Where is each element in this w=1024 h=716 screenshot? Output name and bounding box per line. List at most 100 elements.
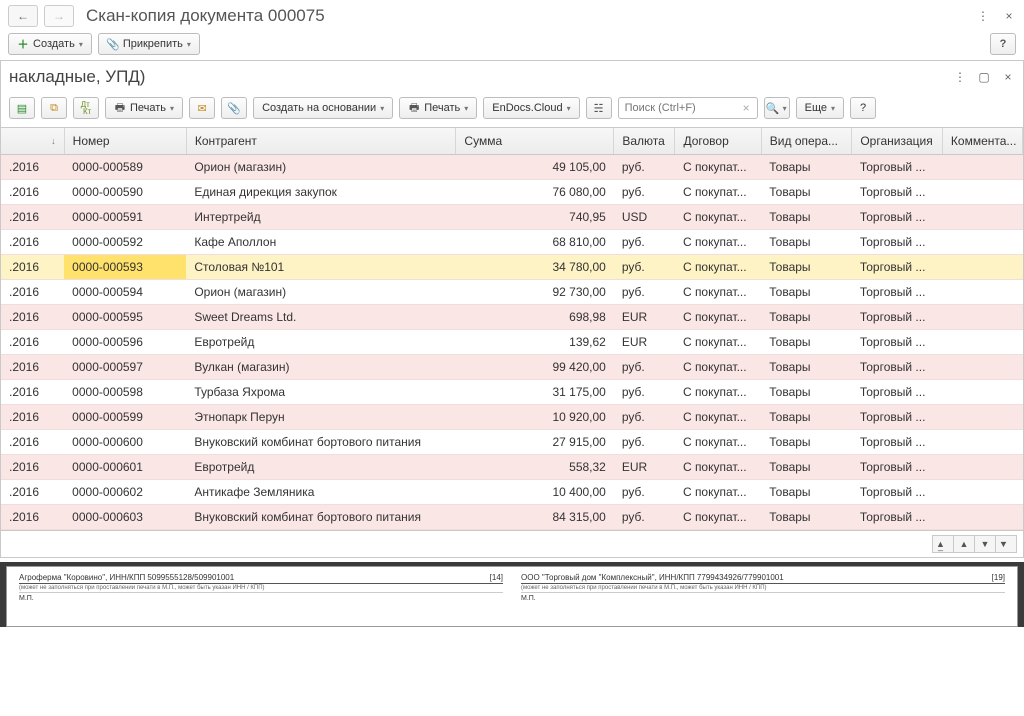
cell-agent: Орион (магазин) bbox=[186, 155, 456, 180]
table-row[interactable]: .20160000-000603Внуковский комбинат борт… bbox=[1, 505, 1023, 530]
scan-doc-button[interactable]: ▤ bbox=[9, 97, 35, 119]
table-row[interactable]: .20160000-000592Кафе Аполлон68 810,00руб… bbox=[1, 230, 1023, 255]
caret-down-icon: ▾ bbox=[831, 104, 835, 113]
pager-last-button[interactable]: ▼_ bbox=[995, 535, 1017, 553]
cell-currency: EUR bbox=[614, 305, 675, 330]
table-row[interactable]: .20160000-000601Евротрейд558,32EURС поку… bbox=[1, 455, 1023, 480]
print-button[interactable]: 🖶 Печать ▾ bbox=[105, 97, 183, 119]
table-row[interactable]: .20160000-000595Sweet Dreams Ltd.698,98E… bbox=[1, 305, 1023, 330]
cell-agent: Внуковский комбинат бортового питания bbox=[186, 505, 456, 530]
table-row[interactable]: .20160000-000596Евротрейд139,62EURС поку… bbox=[1, 330, 1023, 355]
search-input[interactable] bbox=[623, 101, 740, 115]
cell-contract: С покупат... bbox=[675, 180, 761, 205]
col-date[interactable]: ↓ bbox=[1, 128, 64, 155]
table-row[interactable]: .20160000-000591Интертрейд740,95USDС пок… bbox=[1, 205, 1023, 230]
nav-forward-button[interactable]: → bbox=[44, 5, 74, 27]
nav-back-button[interactable]: ← bbox=[8, 5, 38, 27]
help-button[interactable]: ? bbox=[850, 97, 876, 119]
cell-org: Торговый ... bbox=[852, 355, 943, 380]
endocs-button[interactable]: EnDocs.Cloud ▾ bbox=[483, 97, 579, 119]
cell-org: Торговый ... bbox=[852, 480, 943, 505]
pager-first-button[interactable]: ▲_ bbox=[932, 535, 954, 553]
scan-page[interactable]: Агроферма "Коровино", ИНН/КПП 5099555128… bbox=[6, 566, 1018, 627]
cell-date: .2016 bbox=[1, 430, 64, 455]
cell-number: 0000-000600 bbox=[64, 430, 186, 455]
table-row[interactable]: .20160000-000599Этнопарк Перун10 920,00р… bbox=[1, 405, 1023, 430]
scan-left-party: Агроферма "Коровино", ИНН/КПП 5099555128… bbox=[19, 573, 234, 582]
cell-agent: Антикафе Земляника bbox=[186, 480, 456, 505]
cell-contract: С покупат... bbox=[675, 355, 761, 380]
close-icon[interactable]: × bbox=[1002, 9, 1016, 23]
create-button[interactable]: ＋ Создать ▾ bbox=[8, 33, 92, 55]
copy-icon: ⧉ bbox=[48, 102, 60, 114]
cell-operation: Товары bbox=[761, 480, 852, 505]
close-icon[interactable]: × bbox=[1001, 70, 1015, 84]
cell-currency: руб. bbox=[614, 255, 675, 280]
cell-operation: Товары bbox=[761, 155, 852, 180]
more-button[interactable]: Еще ▾ bbox=[796, 97, 844, 119]
cell-contract: С покупат... bbox=[675, 230, 761, 255]
cell-currency: руб. bbox=[614, 355, 675, 380]
cell-operation: Товары bbox=[761, 180, 852, 205]
col-sum[interactable]: Сумма bbox=[456, 128, 614, 155]
cell-currency: руб. bbox=[614, 230, 675, 255]
cell-date: .2016 bbox=[1, 355, 64, 380]
print2-button[interactable]: 🖶 Печать ▾ bbox=[399, 97, 477, 119]
cell-sum: 139,62 bbox=[456, 330, 614, 355]
table-row[interactable]: .20160000-000590Единая дирекция закупок7… bbox=[1, 180, 1023, 205]
col-org[interactable]: Организация bbox=[852, 128, 943, 155]
cell-contract: С покупат... bbox=[675, 380, 761, 405]
dtkt-button[interactable]: Дт Кт bbox=[73, 97, 99, 119]
col-number[interactable]: Номер bbox=[64, 128, 186, 155]
print2-label: Печать bbox=[424, 102, 460, 114]
copy-doc-button[interactable]: ⧉ bbox=[41, 97, 67, 119]
create-based-button[interactable]: Создать на основании ▾ bbox=[253, 97, 393, 119]
caret-down-icon: ▾ bbox=[187, 40, 191, 49]
scan-preview: Агроферма "Коровино", ИНН/КПП 5099555128… bbox=[0, 562, 1024, 627]
cell-operation: Товары bbox=[761, 330, 852, 355]
cell-agent: Внуковский комбинат бортового питания bbox=[186, 430, 456, 455]
search-input-wrap[interactable]: × bbox=[618, 97, 758, 119]
cell-currency: USD bbox=[614, 205, 675, 230]
cell-operation: Товары bbox=[761, 205, 852, 230]
table-row[interactable]: .20160000-000589Орион (магазин)49 105,00… bbox=[1, 155, 1023, 180]
cell-org: Торговый ... bbox=[852, 255, 943, 280]
cell-org: Торговый ... bbox=[852, 505, 943, 530]
cell-sum: 49 105,00 bbox=[456, 155, 614, 180]
table-row[interactable]: .20160000-000598Турбаза Яхрома31 175,00р… bbox=[1, 380, 1023, 405]
table-row[interactable]: .20160000-000593Столовая №10134 780,00ру… bbox=[1, 255, 1023, 280]
attach-button[interactable]: 📎 Прикрепить ▾ bbox=[98, 33, 200, 55]
col-comment[interactable]: Коммента... bbox=[942, 128, 1022, 155]
col-operation[interactable]: Вид опера... bbox=[761, 128, 852, 155]
cell-operation: Товары bbox=[761, 355, 852, 380]
cell-comment bbox=[942, 330, 1022, 355]
maximize-icon[interactable]: ▢ bbox=[977, 70, 991, 84]
table-row[interactable]: .20160000-000597Вулкан (магазин)99 420,0… bbox=[1, 355, 1023, 380]
cell-number: 0000-000591 bbox=[64, 205, 186, 230]
cell-number: 0000-000589 bbox=[64, 155, 186, 180]
attach-file-button[interactable]: 📎 bbox=[221, 97, 247, 119]
col-agent[interactable]: Контрагент bbox=[186, 128, 456, 155]
structure-button[interactable]: ☵ bbox=[586, 97, 612, 119]
printer-icon: 🖶 bbox=[114, 102, 126, 114]
help-button[interactable]: ? bbox=[990, 33, 1016, 55]
cell-comment bbox=[942, 355, 1022, 380]
cell-number: 0000-000599 bbox=[64, 405, 186, 430]
col-currency[interactable]: Валюта bbox=[614, 128, 675, 155]
clear-search-icon[interactable]: × bbox=[740, 101, 753, 115]
cell-number: 0000-000603 bbox=[64, 505, 186, 530]
kebab-icon[interactable]: ⋮ bbox=[953, 70, 967, 84]
col-contract[interactable]: Договор bbox=[675, 128, 761, 155]
mail-button[interactable]: ✉ bbox=[189, 97, 215, 119]
table-row[interactable]: .20160000-000594Орион (магазин)92 730,00… bbox=[1, 280, 1023, 305]
table-row[interactable]: .20160000-000602Антикафе Земляника10 400… bbox=[1, 480, 1023, 505]
pager-up-button[interactable]: ▲ bbox=[953, 535, 975, 553]
cell-date: .2016 bbox=[1, 505, 64, 530]
pager-down-button[interactable]: ▼ bbox=[974, 535, 996, 553]
kebab-icon[interactable]: ⋮ bbox=[976, 9, 990, 23]
table-row[interactable]: .20160000-000600Внуковский комбинат борт… bbox=[1, 430, 1023, 455]
printer-icon: 🖶 bbox=[408, 102, 420, 114]
search-button[interactable]: 🔍 ▾ bbox=[764, 97, 790, 119]
cell-number: 0000-000593 bbox=[64, 255, 186, 280]
cell-agent: Sweet Dreams Ltd. bbox=[186, 305, 456, 330]
